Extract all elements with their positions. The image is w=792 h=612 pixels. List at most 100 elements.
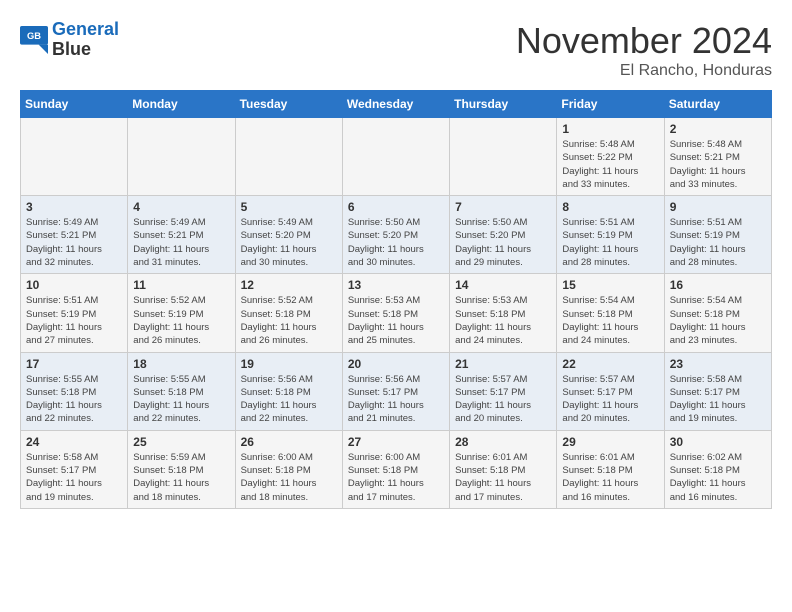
day-number: 3 bbox=[26, 200, 123, 214]
logo-line2: Blue bbox=[52, 40, 119, 60]
calendar-cell: 29Sunrise: 6:01 AM Sunset: 5:18 PM Dayli… bbox=[557, 430, 664, 508]
day-number: 1 bbox=[562, 122, 659, 136]
logo-line1: General bbox=[52, 20, 119, 40]
day-number: 27 bbox=[348, 435, 445, 449]
day-number: 25 bbox=[133, 435, 230, 449]
calendar-cell: 15 Sunrise: 5:54 AM Sunset: 5:18 PM Dayli… bbox=[557, 274, 664, 352]
title-section: November 2024 El Rancho, Honduras bbox=[516, 20, 772, 80]
day-info: Sunrise: 5:51 AM Sunset: 5:19 PM Dayligh… bbox=[26, 294, 123, 347]
calendar-cell: 3 Sunrise: 5:49 AM Sunset: 5:21 PM Daylig… bbox=[21, 196, 128, 274]
day-number: 21 bbox=[455, 357, 552, 371]
calendar-week-2: 3 Sunrise: 5:49 AM Sunset: 5:21 PM Daylig… bbox=[21, 196, 772, 274]
day-info: Sunrise: 5:49 AM Sunset: 5:21 PM Dayligh… bbox=[26, 216, 123, 269]
day-info: Sunrise: 5:57 AM Sunset: 5:17 PM Dayligh… bbox=[562, 373, 659, 426]
day-number: 9 bbox=[670, 200, 767, 214]
header-monday: Monday bbox=[128, 91, 235, 118]
day-number: 6 bbox=[348, 200, 445, 214]
calendar-cell: 30Sunrise: 6:02 AM Sunset: 5:18 PM Dayli… bbox=[664, 430, 771, 508]
calendar-cell: 8 Sunrise: 5:51 AM Sunset: 5:19 PM Daylig… bbox=[557, 196, 664, 274]
day-info: Sunrise: 6:02 AM Sunset: 5:18 PM Dayligh… bbox=[670, 451, 767, 504]
day-number: 15 bbox=[562, 278, 659, 292]
header-wednesday: Wednesday bbox=[342, 91, 449, 118]
calendar-week-3: 10 Sunrise: 5:51 AM Sunset: 5:19 PM Dayli… bbox=[21, 274, 772, 352]
calendar-cell: 5Sunrise: 5:49 AM Sunset: 5:20 PM Daylig… bbox=[235, 196, 342, 274]
day-number: 20 bbox=[348, 357, 445, 371]
header-friday: Friday bbox=[557, 91, 664, 118]
calendar-cell: 10 Sunrise: 5:51 AM Sunset: 5:19 PM Dayli… bbox=[21, 274, 128, 352]
day-number: 11 bbox=[133, 278, 230, 292]
calendar-cell: 21Sunrise: 5:57 AM Sunset: 5:17 PM Dayli… bbox=[450, 352, 557, 430]
calendar-cell bbox=[21, 118, 128, 196]
day-number: 18 bbox=[133, 357, 230, 371]
calendar-cell bbox=[450, 118, 557, 196]
calendar-cell: 6 Sunrise: 5:50 AM Sunset: 5:20 PM Daylig… bbox=[342, 196, 449, 274]
calendar-table: SundayMondayTuesdayWednesdayThursdayFrid… bbox=[20, 90, 772, 509]
day-number: 17 bbox=[26, 357, 123, 371]
calendar-cell: 11Sunrise: 5:52 AM Sunset: 5:19 PM Dayli… bbox=[128, 274, 235, 352]
day-info: Sunrise: 5:58 AM Sunset: 5:17 PM Dayligh… bbox=[670, 373, 767, 426]
day-info: Sunrise: 5:48 AM Sunset: 5:21 PM Dayligh… bbox=[670, 138, 767, 191]
calendar-cell: 4Sunrise: 5:49 AM Sunset: 5:21 PM Daylig… bbox=[128, 196, 235, 274]
calendar-cell bbox=[342, 118, 449, 196]
calendar-cell bbox=[128, 118, 235, 196]
day-info: Sunrise: 6:00 AM Sunset: 5:18 PM Dayligh… bbox=[348, 451, 445, 504]
day-number: 23 bbox=[670, 357, 767, 371]
calendar-week-4: 17 Sunrise: 5:55 AM Sunset: 5:18 PM Dayli… bbox=[21, 352, 772, 430]
calendar-cell: 19 Sunrise: 5:56 AM Sunset: 5:18 PM Dayli… bbox=[235, 352, 342, 430]
day-info: Sunrise: 5:53 AM Sunset: 5:18 PM Dayligh… bbox=[455, 294, 552, 347]
day-number: 10 bbox=[26, 278, 123, 292]
day-number: 7 bbox=[455, 200, 552, 214]
day-info: Sunrise: 5:56 AM Sunset: 5:17 PM Dayligh… bbox=[348, 373, 445, 426]
day-info: Sunrise: 5:56 AM Sunset: 5:18 PM Dayligh… bbox=[241, 373, 338, 426]
day-info: Sunrise: 5:55 AM Sunset: 5:18 PM Dayligh… bbox=[133, 373, 230, 426]
calendar-cell: 18 Sunrise: 5:55 AM Sunset: 5:18 PM Dayli… bbox=[128, 352, 235, 430]
calendar-cell: 28Sunrise: 6:01 AM Sunset: 5:18 PM Dayli… bbox=[450, 430, 557, 508]
calendar-cell: 14Sunrise: 5:53 AM Sunset: 5:18 PM Dayli… bbox=[450, 274, 557, 352]
svg-text:GB: GB bbox=[27, 31, 41, 41]
calendar-cell: 7 Sunrise: 5:50 AM Sunset: 5:20 PM Daylig… bbox=[450, 196, 557, 274]
calendar-cell: 23 Sunrise: 5:58 AM Sunset: 5:17 PM Dayli… bbox=[664, 352, 771, 430]
logo-icon: GB bbox=[20, 26, 48, 54]
day-number: 19 bbox=[241, 357, 338, 371]
logo[interactable]: GB General Blue bbox=[20, 20, 119, 60]
day-info: Sunrise: 5:54 AM Sunset: 5:18 PM Dayligh… bbox=[562, 294, 659, 347]
day-number: 22 bbox=[562, 357, 659, 371]
day-number: 16 bbox=[670, 278, 767, 292]
calendar-cell: 27 Sunrise: 6:00 AM Sunset: 5:18 PM Dayli… bbox=[342, 430, 449, 508]
calendar-cell bbox=[235, 118, 342, 196]
day-number: 29 bbox=[562, 435, 659, 449]
calendar-cell: 2 Sunrise: 5:48 AM Sunset: 5:21 PM Daylig… bbox=[664, 118, 771, 196]
header-tuesday: Tuesday bbox=[235, 91, 342, 118]
calendar-cell: 9Sunrise: 5:51 AM Sunset: 5:19 PM Daylig… bbox=[664, 196, 771, 274]
day-info: Sunrise: 5:50 AM Sunset: 5:20 PM Dayligh… bbox=[455, 216, 552, 269]
calendar-cell: 24 Sunrise: 5:58 AM Sunset: 5:17 PM Dayli… bbox=[21, 430, 128, 508]
calendar-cell: 16 Sunrise: 5:54 AM Sunset: 5:18 PM Dayli… bbox=[664, 274, 771, 352]
day-info: Sunrise: 5:55 AM Sunset: 5:18 PM Dayligh… bbox=[26, 373, 123, 426]
header-thursday: Thursday bbox=[450, 91, 557, 118]
page-header: GB General Blue November 2024 El Rancho,… bbox=[20, 20, 772, 80]
day-info: Sunrise: 5:48 AM Sunset: 5:22 PM Dayligh… bbox=[562, 138, 659, 191]
day-info: Sunrise: 5:53 AM Sunset: 5:18 PM Dayligh… bbox=[348, 294, 445, 347]
calendar-cell: 22 Sunrise: 5:57 AM Sunset: 5:17 PM Dayli… bbox=[557, 352, 664, 430]
day-number: 2 bbox=[670, 122, 767, 136]
calendar-cell: 12Sunrise: 5:52 AM Sunset: 5:18 PM Dayli… bbox=[235, 274, 342, 352]
day-info: Sunrise: 5:51 AM Sunset: 5:19 PM Dayligh… bbox=[562, 216, 659, 269]
calendar-week-5: 24 Sunrise: 5:58 AM Sunset: 5:17 PM Dayli… bbox=[21, 430, 772, 508]
calendar-cell: 20 Sunrise: 5:56 AM Sunset: 5:17 PM Dayli… bbox=[342, 352, 449, 430]
day-info: Sunrise: 5:50 AM Sunset: 5:20 PM Dayligh… bbox=[348, 216, 445, 269]
day-info: Sunrise: 5:59 AM Sunset: 5:18 PM Dayligh… bbox=[133, 451, 230, 504]
day-number: 8 bbox=[562, 200, 659, 214]
day-info: Sunrise: 6:01 AM Sunset: 5:18 PM Dayligh… bbox=[455, 451, 552, 504]
day-number: 13 bbox=[348, 278, 445, 292]
calendar-cell: 1 Sunrise: 5:48 AM Sunset: 5:22 PM Daylig… bbox=[557, 118, 664, 196]
day-number: 24 bbox=[26, 435, 123, 449]
header-sunday: Sunday bbox=[21, 91, 128, 118]
day-info: Sunrise: 5:58 AM Sunset: 5:17 PM Dayligh… bbox=[26, 451, 123, 504]
day-info: Sunrise: 5:54 AM Sunset: 5:18 PM Dayligh… bbox=[670, 294, 767, 347]
location-subtitle: El Rancho, Honduras bbox=[516, 62, 772, 80]
month-title: November 2024 bbox=[516, 20, 772, 62]
calendar-cell: 26Sunrise: 6:00 AM Sunset: 5:18 PM Dayli… bbox=[235, 430, 342, 508]
calendar-cell: 13 Sunrise: 5:53 AM Sunset: 5:18 PM Dayli… bbox=[342, 274, 449, 352]
calendar-cell: 17 Sunrise: 5:55 AM Sunset: 5:18 PM Dayli… bbox=[21, 352, 128, 430]
day-info: Sunrise: 5:49 AM Sunset: 5:20 PM Dayligh… bbox=[241, 216, 338, 269]
